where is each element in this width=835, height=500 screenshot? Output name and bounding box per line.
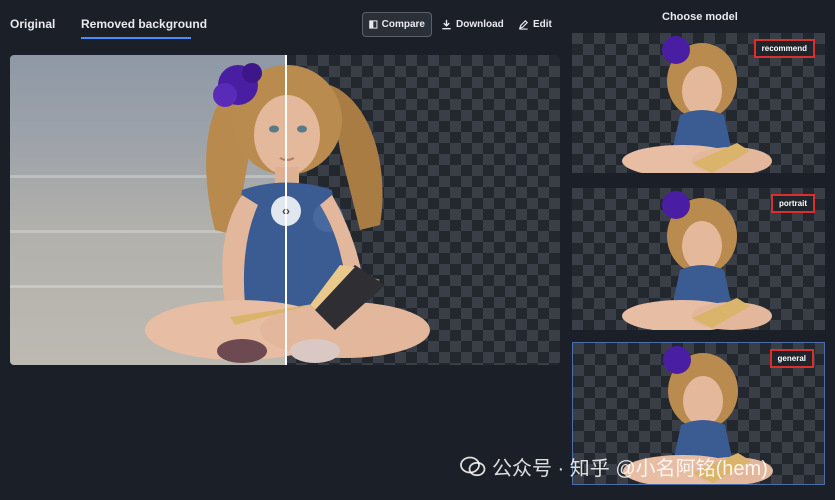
edit-button[interactable]: Edit [512, 12, 558, 37]
edit-icon [518, 19, 529, 30]
tab-original[interactable]: Original [10, 17, 55, 31]
compare-icon [369, 20, 378, 29]
active-tab-indicator [81, 37, 191, 39]
compare-label: Compare [381, 19, 425, 30]
watermark: 公众号 · 知乎 @小名阿铭(hem) [460, 452, 768, 481]
edit-label: Edit [533, 19, 552, 30]
model-label-recommend: recommend [753, 39, 815, 58]
wechat-logo-icon [460, 456, 486, 476]
drag-handle-icon[interactable]: ‹› [271, 196, 301, 226]
image-preview[interactable]: ‹› [10, 55, 560, 365]
download-label: Download [456, 19, 504, 30]
compare-button[interactable]: Compare [362, 12, 432, 37]
model-option-portrait[interactable]: portrait [572, 188, 825, 330]
watermark-text: 公众号 · 知乎 @小名阿铭(hem) [492, 458, 768, 480]
choose-model-title: Choose model [662, 11, 738, 23]
download-icon [442, 19, 451, 30]
model-label-general: general [769, 349, 814, 368]
model-label-portrait: portrait [771, 194, 815, 213]
model-option-recommend[interactable]: recommend [572, 33, 825, 173]
tab-removed-background[interactable]: Removed background [81, 17, 207, 31]
download-button[interactable]: Download [435, 12, 510, 37]
